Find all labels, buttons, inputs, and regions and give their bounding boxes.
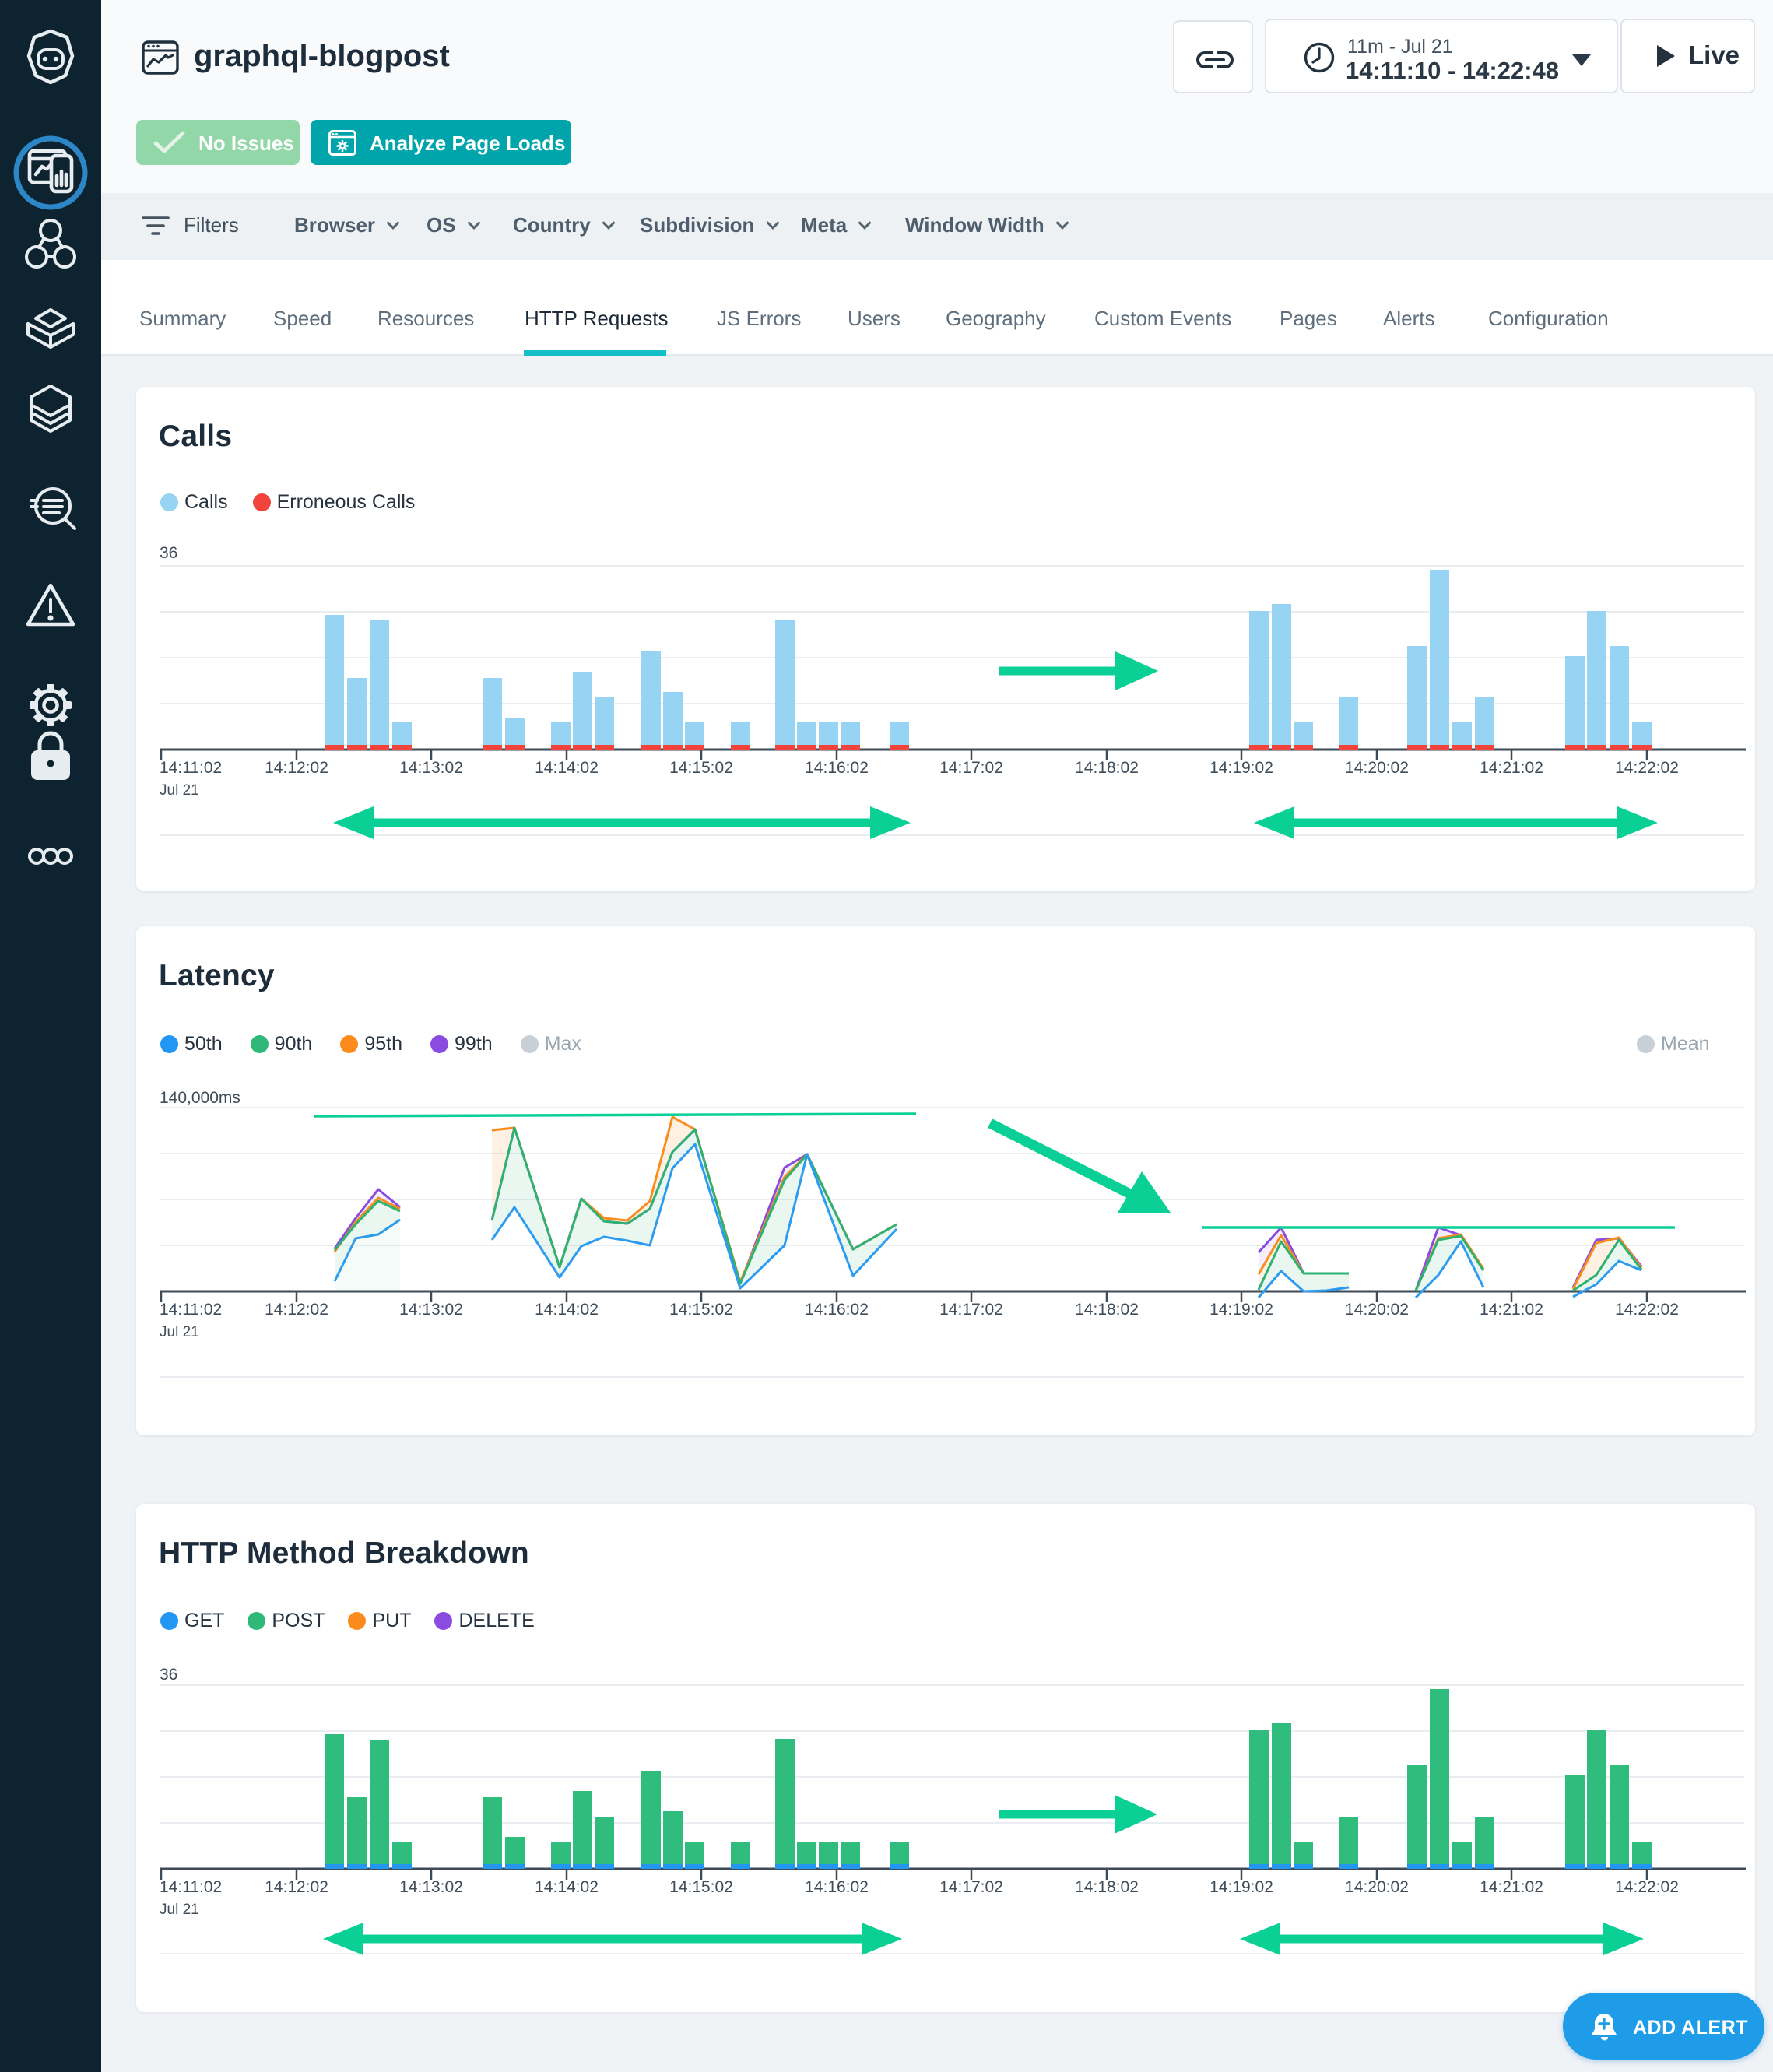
svg-text:14:18:02: 14:18:02 — [1075, 1878, 1139, 1896]
svg-text:14:16:02: 14:16:02 — [805, 1878, 869, 1896]
svg-text:14:21:02: 14:21:02 — [1480, 1878, 1543, 1896]
svg-text:14:21:02: 14:21:02 — [1480, 759, 1543, 777]
svg-text:14:15:02: 14:15:02 — [669, 1301, 733, 1319]
svg-text:14:15:02: 14:15:02 — [669, 759, 733, 777]
svg-text:Jul 21: Jul 21 — [160, 1902, 199, 1918]
svg-text:14:15:02: 14:15:02 — [669, 1878, 733, 1896]
svg-text:14:14:02: 14:14:02 — [535, 759, 599, 777]
svg-text:36: 36 — [160, 1666, 177, 1684]
svg-text:14:20:02: 14:20:02 — [1345, 1301, 1409, 1319]
svg-text:14:22:02: 14:22:02 — [1615, 759, 1679, 777]
svg-text:14:11:02: 14:11:02 — [160, 759, 222, 777]
svg-text:14:13:02: 14:13:02 — [399, 1301, 463, 1319]
svg-text:14:20:02: 14:20:02 — [1345, 759, 1409, 777]
svg-text:14:16:02: 14:16:02 — [805, 1301, 869, 1319]
svg-text:14:17:02: 14:17:02 — [939, 1878, 1003, 1896]
svg-text:14:11:02: 14:11:02 — [160, 1301, 222, 1319]
svg-text:14:16:02: 14:16:02 — [805, 759, 869, 777]
svg-text:14:13:02: 14:13:02 — [399, 1878, 463, 1896]
svg-text:14:17:02: 14:17:02 — [939, 759, 1003, 777]
svg-text:14:19:02: 14:19:02 — [1210, 1878, 1273, 1896]
svg-text:14:11:02: 14:11:02 — [160, 1878, 222, 1896]
svg-text:14:13:02: 14:13:02 — [399, 759, 463, 777]
svg-text:14:19:02: 14:19:02 — [1210, 1301, 1273, 1319]
svg-text:14:20:02: 14:20:02 — [1345, 1878, 1409, 1896]
svg-text:14:12:02: 14:12:02 — [265, 1301, 328, 1319]
svg-text:14:14:02: 14:14:02 — [535, 1301, 599, 1319]
svg-text:14:18:02: 14:18:02 — [1075, 1301, 1139, 1319]
svg-text:14:21:02: 14:21:02 — [1480, 1301, 1543, 1319]
svg-text:14:17:02: 14:17:02 — [939, 1301, 1003, 1319]
svg-text:14:14:02: 14:14:02 — [535, 1878, 599, 1896]
svg-text:14:19:02: 14:19:02 — [1210, 759, 1273, 777]
svg-text:Jul 21: Jul 21 — [160, 1324, 199, 1340]
svg-text:14:12:02: 14:12:02 — [265, 759, 328, 777]
svg-text:14:22:02: 14:22:02 — [1615, 1301, 1679, 1319]
svg-text:140,000ms: 140,000ms — [160, 1089, 240, 1107]
svg-text:14:18:02: 14:18:02 — [1075, 759, 1139, 777]
svg-text:36: 36 — [160, 544, 177, 562]
svg-text:Jul 21: Jul 21 — [160, 782, 199, 799]
svg-text:14:12:02: 14:12:02 — [265, 1878, 328, 1896]
svg-text:14:22:02: 14:22:02 — [1615, 1878, 1679, 1896]
